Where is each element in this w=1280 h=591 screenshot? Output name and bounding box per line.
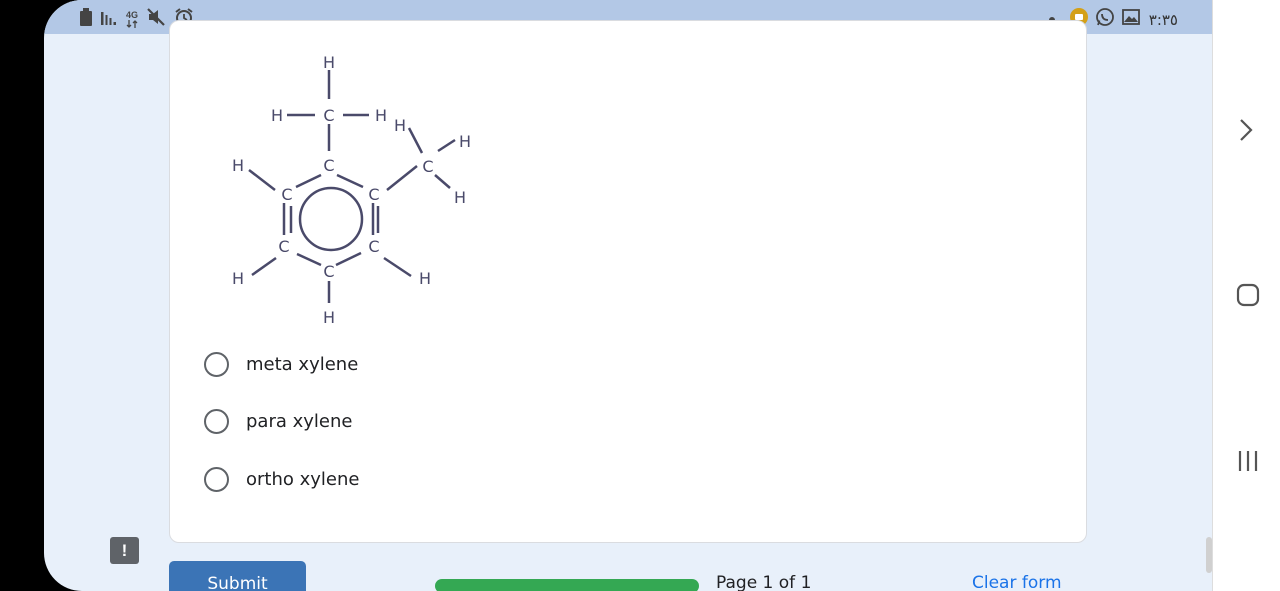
atom-ring-c-lower-right: C xyxy=(368,237,379,256)
question-card: H H C H H H C H C H C C C C C H H H meta… xyxy=(169,20,1087,543)
atom-ring-c-lower-left: C xyxy=(278,237,289,256)
whatsapp-icon xyxy=(1095,7,1115,32)
option-para-xylene[interactable]: para xylene xyxy=(204,405,352,437)
clear-form-link[interactable]: Clear form xyxy=(972,573,1062,591)
atom-ring-c-bottom: C xyxy=(323,262,334,281)
option-meta-xylene[interactable]: meta xylene xyxy=(204,348,358,380)
mute-icon xyxy=(146,7,166,32)
atom-ring-h-lower-left: H xyxy=(232,269,244,288)
atom-ring-c-top: C xyxy=(323,156,334,175)
option-label: para xylene xyxy=(246,410,353,432)
radio-button[interactable] xyxy=(204,466,229,492)
recent-apps-icon[interactable] xyxy=(1237,449,1259,478)
atom-second-h-lower: H xyxy=(454,188,466,207)
atom-second-c: C xyxy=(422,157,433,176)
atom-methyl-h-right: H xyxy=(375,106,387,125)
home-icon[interactable] xyxy=(1236,283,1260,312)
radio-button[interactable] xyxy=(204,408,229,434)
atom-ring-c-upper-left: C xyxy=(281,185,292,204)
report-problem-icon[interactable]: ! xyxy=(110,537,139,564)
atom-top-h: H xyxy=(323,53,335,72)
atom-second-h-right: H xyxy=(459,132,470,151)
gallery-icon xyxy=(1121,7,1141,32)
network-4g-icon: 4G xyxy=(126,11,138,28)
atom-second-h-upper-left: H xyxy=(394,116,406,135)
status-time: ٣:٣٥ xyxy=(1148,10,1178,29)
battery-icon xyxy=(80,8,92,31)
submit-button[interactable]: Submit xyxy=(169,561,306,591)
progress-bar xyxy=(435,579,699,591)
option-ortho-xylene[interactable]: ortho xylene xyxy=(204,463,359,495)
radio-button[interactable] xyxy=(204,351,229,377)
network-4g-label: 4G xyxy=(126,10,139,20)
option-label: meta xylene xyxy=(246,353,359,375)
atom-methyl-c: C xyxy=(323,106,334,125)
atom-methyl-h-left: H xyxy=(271,106,283,125)
atom-ring-h-lower-right: H xyxy=(419,269,431,288)
option-label: ortho xylene xyxy=(246,468,360,490)
phone-screen: 4G ٣:٣٥ H H C H H H C H C H C C C C C H … xyxy=(44,0,1212,591)
atom-ring-c-upper-right: C xyxy=(368,185,379,204)
navigation-bar xyxy=(1212,0,1280,591)
atom-ring-h-bottom: H xyxy=(323,308,335,327)
atom-ring-h-upper-left: H xyxy=(232,156,244,175)
page-indicator: Page 1 of 1 xyxy=(716,573,812,591)
signal-icon xyxy=(100,8,118,31)
xylene-structure-image: H H C H H H C H C H C C C C C H H H xyxy=(232,53,470,327)
forward-chevron-icon[interactable] xyxy=(1238,118,1254,147)
